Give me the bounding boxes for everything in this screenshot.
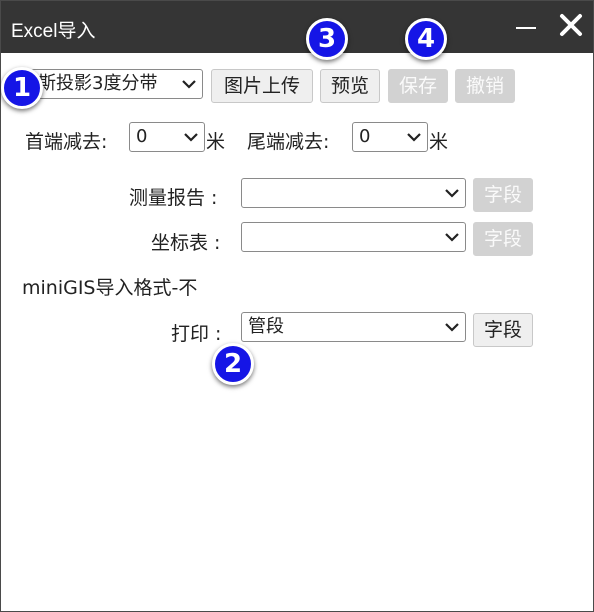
callout-badge-3: 3 xyxy=(306,18,348,60)
save-button[interactable]: 保存 xyxy=(388,69,448,103)
chevron-down-icon xyxy=(445,233,459,242)
print-label: 打印 : xyxy=(171,323,222,345)
chevron-down-icon xyxy=(184,133,198,142)
print-select-value: 管段 xyxy=(248,316,284,337)
survey-report-field-button[interactable]: 字段 xyxy=(473,178,533,212)
coordinate-table-field-button[interactable]: 字段 xyxy=(473,222,533,256)
callout-badge-4: 4 xyxy=(405,18,447,60)
chevron-down-icon xyxy=(407,133,421,142)
dialog-title: Excel导入 xyxy=(11,21,96,42)
survey-report-select[interactable] xyxy=(241,178,466,208)
end-reduction-unit: 米 xyxy=(429,131,449,153)
projection-select[interactable]: 斯投影3度分带 xyxy=(31,69,203,99)
minigis-format-text: miniGIS导入格式-不 xyxy=(22,277,198,299)
minimize-icon[interactable] xyxy=(514,13,538,37)
preview-button[interactable]: 预览 xyxy=(320,69,380,103)
chevron-down-icon xyxy=(182,80,196,89)
chevron-down-icon xyxy=(445,323,459,332)
projection-select-value: 斯投影3度分带 xyxy=(38,73,158,94)
start-reduction-unit: 米 xyxy=(206,131,226,153)
coordinate-table-label: 坐标表 : xyxy=(151,232,221,254)
print-select[interactable]: 管段 xyxy=(241,312,466,342)
title-bar[interactable]: Excel导入 xyxy=(1,1,593,53)
end-reduction-select[interactable]: 0 xyxy=(352,122,428,152)
end-reduction-label: 尾端减去: xyxy=(247,131,330,153)
start-reduction-select[interactable]: 0 xyxy=(129,122,205,152)
upload-image-button[interactable]: 图片上传 xyxy=(211,69,313,103)
close-icon[interactable] xyxy=(557,11,585,39)
survey-report-label: 测量报告 : xyxy=(129,187,218,209)
undo-button[interactable]: 撤销 xyxy=(455,69,515,103)
callout-badge-2: 2 xyxy=(212,343,254,385)
callout-badge-1: 1 xyxy=(1,67,43,109)
start-reduction-label: 首端减去: xyxy=(25,131,108,153)
print-field-button[interactable]: 字段 xyxy=(473,313,533,347)
coordinate-table-select[interactable] xyxy=(241,222,466,252)
excel-import-dialog: Excel导入 斯投影3度分带 图片上传 预览 保存 撤销 首端减去: 0 米 … xyxy=(0,0,594,612)
chevron-down-icon xyxy=(445,189,459,198)
